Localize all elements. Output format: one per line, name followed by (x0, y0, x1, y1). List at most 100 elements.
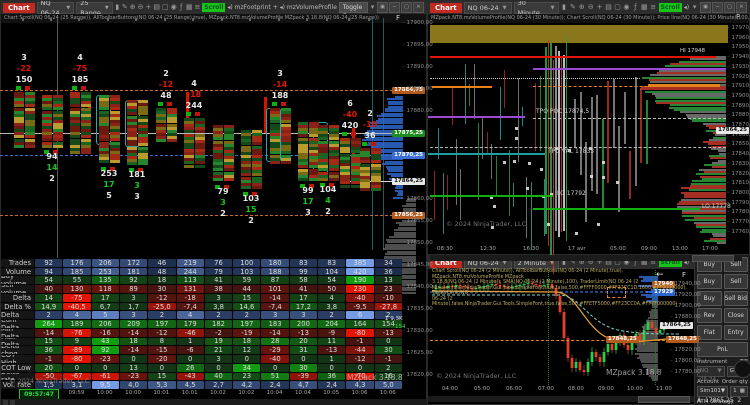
grid-cell[interactable]: 38 (204, 285, 233, 293)
draw-tool-icon[interactable]: ✎ (569, 2, 576, 13)
grid-cell[interactable]: -14 (261, 293, 289, 302)
grid-cell[interactable]: -16 (91, 328, 119, 337)
sell-bid-button[interactable]: Sell Bid (723, 291, 748, 306)
grid-cell[interactable]: 34 (233, 363, 261, 372)
grid-cell[interactable]: 3,8 (204, 302, 233, 311)
grid-cell[interactable]: 164 (346, 320, 374, 328)
grid-cell[interactable]: 92 (119, 276, 148, 285)
grid-cell[interactable]: 4,2 (233, 381, 261, 389)
grid-cell[interactable]: 100 (233, 259, 261, 267)
grid-cell[interactable]: 206 (91, 320, 119, 328)
grid-cell[interactable]: -43 (176, 372, 204, 381)
grid-cell[interactable]: 4,7 (289, 381, 318, 389)
close-icon[interactable]: ✕ (413, 2, 425, 13)
grid-cell[interactable]: 3,8 (318, 302, 346, 311)
grid-cell[interactable]: -12 (148, 328, 176, 337)
grid-cell[interactable]: -80 (346, 328, 374, 337)
grid-cell[interactable]: 4,3 (346, 381, 374, 389)
grid-cell[interactable]: 15 (148, 372, 176, 381)
grid-cell[interactable]: -10 (374, 293, 402, 302)
grid-cell[interactable]: -80 (63, 355, 91, 363)
grid-cell[interactable]: 206 (91, 259, 119, 267)
grid-cell[interactable]: 4,5 (176, 381, 204, 389)
scrollbar-handle[interactable] (692, 255, 734, 262)
grid-cell[interactable]: -6 (176, 346, 204, 355)
grid-cell[interactable]: 176 (63, 259, 91, 267)
grid-cell[interactable]: 11 (318, 337, 346, 346)
grid-cell[interactable]: 2 (204, 311, 233, 320)
grid-cell[interactable]: 18 (148, 276, 176, 285)
grid-cell[interactable]: 200 (289, 320, 318, 328)
grid-cell[interactable]: 0 (289, 355, 318, 363)
grid-cell[interactable]: 0 (346, 363, 374, 372)
instrument-combo[interactable]: NQ 06-24 ▼ (697, 366, 725, 383)
grid-cell[interactable]: 58 (289, 276, 318, 285)
grid-cell[interactable]: 420 (346, 267, 374, 276)
minimize-icon[interactable]: ─ (389, 2, 401, 13)
grid-cell[interactable]: 0 (374, 337, 402, 346)
grid-cell[interactable]: -40 (346, 293, 374, 302)
grid-cell[interactable]: 5,0 (374, 381, 402, 389)
grid-cell[interactable]: 92 (91, 346, 119, 355)
grid-cell[interactable]: 244 (176, 267, 204, 276)
bar-type-icon[interactable]: ▮ (115, 2, 120, 13)
template-icon[interactable]: ▤ (605, 2, 612, 13)
properties-icon[interactable]: ≡ (194, 2, 200, 13)
grid-cell[interactable]: 190 (346, 276, 374, 285)
grid-cell[interactable]: 0 (261, 363, 289, 372)
grid-cell[interactable]: 30 (289, 363, 318, 372)
grid-cell[interactable]: 5 (91, 311, 119, 320)
grid-cell[interactable]: 17 (289, 293, 318, 302)
grid-cell[interactable]: 113 (176, 276, 204, 285)
grid-cell[interactable]: -61 (91, 372, 119, 381)
grid-cell[interactable]: 40 (204, 372, 233, 381)
grid-cell[interactable]: 188 (261, 267, 289, 276)
grid-cell[interactable]: 104 (318, 267, 346, 276)
grid-cell[interactable]: 23 (374, 285, 402, 293)
grid-cell[interactable]: 89 (119, 285, 148, 293)
pin-icon[interactable]: ▣ (700, 2, 712, 13)
data-series-icon[interactable]: ▦ (186, 2, 193, 13)
bottom-scrollbar[interactable] (430, 255, 742, 262)
grid-cell[interactable]: 28 (261, 337, 289, 346)
grid-cell[interactable]: 180 (261, 259, 289, 267)
grid-cell[interactable]: 36 (318, 372, 346, 381)
grid-cell[interactable]: 197 (148, 320, 176, 328)
grid-cell[interactable]: -46 (176, 328, 204, 337)
grid-cell[interactable]: 1 (318, 355, 346, 363)
grid-cell[interactable]: 5,3 (148, 381, 176, 389)
grid-cell[interactable]: 4,0 (119, 381, 148, 389)
grid-cell[interactable]: 6 (346, 311, 374, 320)
grid-cell[interactable]: -18 (176, 293, 204, 302)
grid-cell[interactable]: 135 (91, 276, 119, 285)
zoom-out-icon[interactable]: ⊖ (138, 2, 144, 13)
grid-cell[interactable]: 9,5 (91, 381, 119, 389)
grid-cell[interactable]: 20 (289, 337, 318, 346)
grid-cell[interactable]: 59 (233, 276, 261, 285)
grid-cell[interactable]: 101 (261, 285, 289, 293)
grid-cell[interactable]: 189 (63, 320, 91, 328)
grid-cell[interactable]: 2 (35, 311, 63, 320)
close-icon[interactable]: ✕ (736, 2, 748, 13)
tr-chart-area[interactable]: 17970,00 17960,00 17950,00 17940,00 17930,00… (428, 22, 750, 275)
grid-cell[interactable]: 14 (35, 293, 63, 302)
grid-cell[interactable]: 92 (35, 259, 63, 267)
grid-cell[interactable]: -75 (63, 293, 91, 302)
sell-ask-button[interactable]: Sell Ask (723, 274, 748, 298)
grid-cell[interactable]: 15 (233, 293, 261, 302)
grid-cell[interactable]: 3 (289, 311, 318, 320)
grid-cell[interactable]: 6,7 (91, 302, 119, 311)
grid-cell[interactable]: -39 (289, 372, 318, 381)
grid-cell[interactable]: 204 (318, 320, 346, 328)
grid-cell[interactable]: 130 (63, 285, 91, 293)
crosshair-icon[interactable]: + (145, 2, 151, 13)
grid-cell[interactable]: 385 (346, 259, 374, 267)
grid-cell[interactable]: 0 (318, 363, 346, 372)
grid-cell[interactable]: -23 (91, 355, 119, 363)
focus-button[interactable]: F (682, 271, 686, 279)
grid-cell[interactable]: 2 (374, 363, 402, 372)
grid-cell[interactable]: 118 (91, 285, 119, 293)
grid-cell[interactable]: 179 (176, 320, 204, 328)
grid-cell[interactable]: 14,6 (233, 302, 261, 311)
grid-cell[interactable]: 3 (204, 355, 233, 363)
